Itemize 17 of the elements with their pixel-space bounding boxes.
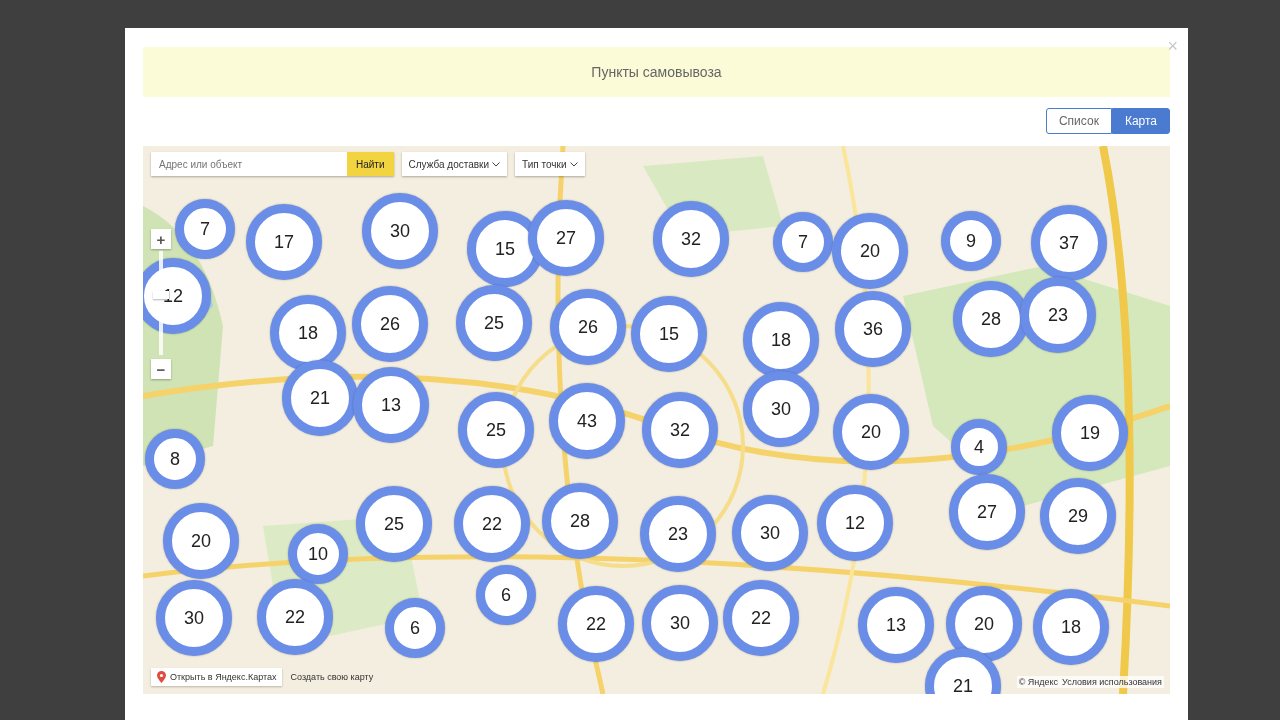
chevron-icon xyxy=(492,161,501,167)
copyright: © Яндекс xyxy=(1018,677,1059,687)
find-button[interactable]: Найти xyxy=(347,152,394,176)
create-map-link[interactable]: Создать свою карту xyxy=(290,672,374,682)
zoom-in-button[interactable]: + xyxy=(151,229,171,249)
view-tab[interactable]: Список xyxy=(1045,108,1112,134)
zoom-out-button[interactable]: − xyxy=(151,359,171,379)
map-pin-icon xyxy=(157,671,166,683)
chevron-icon xyxy=(569,161,578,167)
open-in-maps-button[interactable]: Открыть в Яндекс.Картах xyxy=(151,668,283,686)
filter-dropdown[interactable]: Тип точки xyxy=(515,152,585,176)
open-link-label: Открыть в Яндекс.Картах xyxy=(170,672,277,682)
terms-link[interactable]: Условия использования xyxy=(1062,677,1162,687)
search-field[interactable]: Адрес или объект Найти xyxy=(151,152,394,176)
view-tab[interactable]: Карта xyxy=(1111,108,1170,134)
dialog-title: Пункты самовывоза xyxy=(591,64,722,80)
filter-dropdown[interactable]: Служба доставки xyxy=(401,152,508,176)
